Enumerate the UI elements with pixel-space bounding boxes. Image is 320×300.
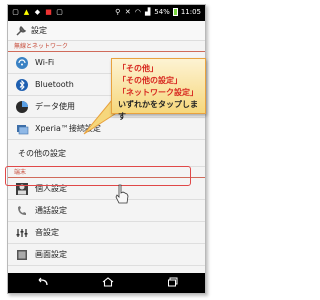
battery-icon <box>172 8 178 16</box>
back-icon[interactable] <box>35 277 49 290</box>
xperia-connect-icon <box>15 122 29 136</box>
callout-line: 「その他の設定」 <box>118 76 182 85</box>
wifi-status-icon: ◠ <box>134 8 141 16</box>
call-icon <box>15 204 29 218</box>
callout-box: 「その他」 「その他の設定」 「ネットワーク設定」 いずれかをタップします <box>111 58 206 121</box>
notification-icon: ◆ <box>34 8 41 16</box>
wifi-icon <box>15 56 29 70</box>
settings-item-label: 画面設定 <box>35 250 67 259</box>
display-icon <box>15 248 29 262</box>
bluetooth-icon <box>15 78 29 92</box>
mute-icon: ✕ <box>124 8 131 16</box>
notification-icon: ▢ <box>12 8 19 16</box>
section-header-wireless: 無線とネットワーク <box>8 41 205 52</box>
clock: 11:05 <box>180 8 201 16</box>
settings-item-call[interactable]: 通話設定 <box>8 200 205 222</box>
settings-item-label: Bluetooth <box>35 80 74 89</box>
battery-percent: 54% <box>154 8 170 16</box>
action-bar: 設定 <box>8 21 205 41</box>
home-icon[interactable] <box>102 276 114 290</box>
data-usage-icon <box>15 100 29 114</box>
callout-line: 「ネットワーク設定」 <box>118 88 198 97</box>
recent-apps-icon[interactable] <box>167 277 179 290</box>
callout-line: いずれかをタップします <box>118 100 198 121</box>
settings-item-label: Wi-Fi <box>35 58 55 67</box>
settings-item-other[interactable]: その他の設定 <box>8 140 205 167</box>
settings-item-display[interactable]: 画面設定 <box>8 244 205 266</box>
usb-icon: ⚲ <box>115 8 121 16</box>
tap-hand-icon <box>115 184 129 204</box>
settings-item-label: 音設定 <box>35 228 59 237</box>
settings-item-label: その他の設定 <box>18 148 66 158</box>
status-bar: ▢ ▲ ◆ ■ ▢ ⚲ ✕ ◠ ▟ 54% 11:05 <box>8 5 205 21</box>
page-title: 設定 <box>31 26 47 35</box>
navigation-bar <box>8 273 205 293</box>
callout-line: 「その他」 <box>118 64 158 73</box>
settings-item-sound[interactable]: 音設定 <box>8 222 205 244</box>
signal-icon: ▟ <box>145 8 151 16</box>
sound-icon <box>15 226 29 240</box>
phone-screen: ▢ ▲ ◆ ■ ▢ ⚲ ✕ ◠ ▟ 54% 11:05 設定 無線とネットワーク… <box>7 4 206 294</box>
settings-item-label: 通話設定 <box>35 206 67 215</box>
highlight-box <box>5 166 191 186</box>
wrench-icon[interactable] <box>15 25 27 37</box>
settings-item-label: データ使用 <box>35 102 75 111</box>
notification-icon: ▢ <box>56 8 63 16</box>
notification-icon: ■ <box>45 8 52 16</box>
warning-icon: ▲ <box>23 8 30 16</box>
